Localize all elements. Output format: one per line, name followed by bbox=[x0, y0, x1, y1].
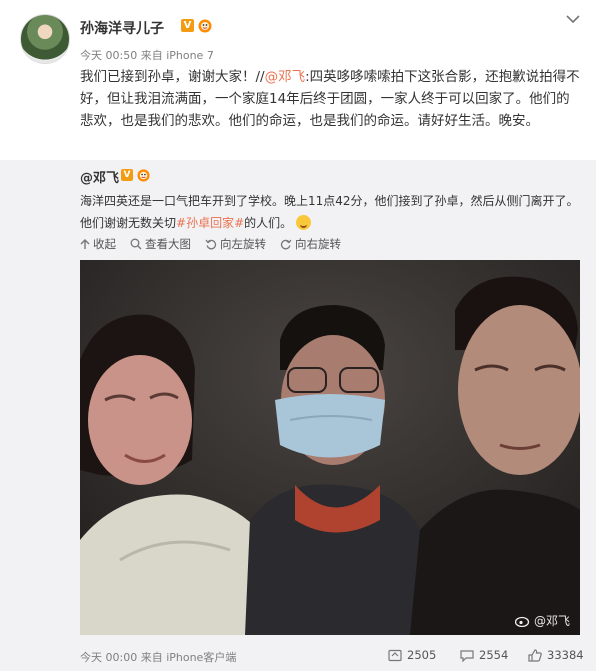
repost-text-part-2: 的人们。 bbox=[244, 216, 293, 230]
chevron-down-icon[interactable] bbox=[566, 14, 580, 24]
rotate-left-label: 向左旋转 bbox=[220, 237, 266, 251]
comment-count: 2554 bbox=[479, 648, 509, 662]
repost-meta: 今天 00:00 来自 iPhone客户端 bbox=[80, 649, 236, 665]
weibo-logo-icon bbox=[514, 616, 530, 627]
post-text: 我们已接到孙卓，谢谢大家！//@邓飞:四英哆哆嗦嗦拍下这张合影，还抱歉说拍得不好… bbox=[80, 66, 580, 132]
comment-icon bbox=[460, 649, 474, 662]
like-count: 33384 bbox=[547, 648, 584, 662]
rotate-right-label: 向右旋转 bbox=[295, 237, 341, 251]
repost-text: 海洋四英还是一口气把车开到了学校。晚上11点42分，他们接到了孙卓，然后从侧门离… bbox=[80, 190, 580, 234]
search-icon bbox=[130, 238, 142, 250]
image-toolbar: 收起 查看大图 向左旋转 向右旋转 bbox=[80, 236, 355, 252]
verified-icon: V bbox=[121, 169, 133, 181]
collapse-icon bbox=[80, 239, 90, 249]
like-icon bbox=[528, 648, 542, 662]
photo-illustration bbox=[80, 260, 580, 635]
repost-time[interactable]: 今天 00:00 bbox=[80, 651, 137, 664]
repost-footer: 今天 00:00 来自 iPhone客户端 2505 2554 33384 bbox=[0, 647, 596, 671]
repost-icon bbox=[388, 649, 402, 661]
post-author[interactable]: 孙海洋寻儿子 bbox=[80, 18, 164, 38]
photo-watermark: @邓飞 bbox=[514, 612, 570, 629]
repost-card: @邓飞 V 海洋四英还是一口气把车开到了学校。晚上11点42分，他们接到了孙卓，… bbox=[0, 160, 596, 671]
repost-text-part-1: 海洋四英还是一口气把车开到了学校。晚上11点42分，他们接到了孙卓，然后从侧门离… bbox=[80, 194, 579, 230]
repost-count: 2505 bbox=[407, 648, 437, 662]
topic-link[interactable]: #孙卓回家# bbox=[176, 216, 244, 230]
collapse-label: 收起 bbox=[93, 237, 116, 251]
rotate-left-icon bbox=[205, 239, 217, 250]
verified-icon: V bbox=[181, 19, 194, 32]
collapse-button[interactable]: 收起 bbox=[80, 236, 116, 252]
repost-author[interactable]: @邓飞 bbox=[80, 167, 119, 186]
view-large-label: 查看大图 bbox=[145, 237, 191, 251]
post-header: 孙海洋寻儿子 V 今天 00:50 来自 iPhone 7 我们已接到孙卓，谢谢… bbox=[0, 0, 596, 165]
post-photo[interactable]: @邓飞 bbox=[80, 260, 580, 635]
post-source: 来自 iPhone 7 bbox=[140, 49, 214, 62]
post-time[interactable]: 今天 00:50 bbox=[80, 49, 137, 62]
laugh-emoji-icon bbox=[295, 215, 311, 230]
mention-link[interactable]: @邓飞 bbox=[265, 69, 306, 85]
post-meta: 今天 00:50 来自 iPhone 7 bbox=[80, 47, 214, 63]
rotate-left-button[interactable]: 向左旋转 bbox=[205, 236, 266, 252]
rotate-right-icon bbox=[280, 239, 292, 250]
post-text-part-1: 我们已接到孙卓，谢谢大家！// bbox=[80, 69, 265, 85]
view-large-button[interactable]: 查看大图 bbox=[130, 236, 191, 252]
watermark-text: @邓飞 bbox=[533, 614, 570, 628]
rotate-right-button[interactable]: 向右旋转 bbox=[280, 236, 341, 252]
like-count-button[interactable]: 33384 bbox=[528, 648, 584, 662]
fan-badge-icon bbox=[137, 169, 150, 182]
repost-source: 来自 iPhone客户端 bbox=[140, 651, 237, 664]
avatar[interactable] bbox=[20, 14, 70, 64]
repost-count-button[interactable]: 2505 bbox=[388, 648, 436, 662]
comment-count-button[interactable]: 2554 bbox=[460, 648, 508, 662]
fan-badge-icon bbox=[198, 19, 212, 33]
